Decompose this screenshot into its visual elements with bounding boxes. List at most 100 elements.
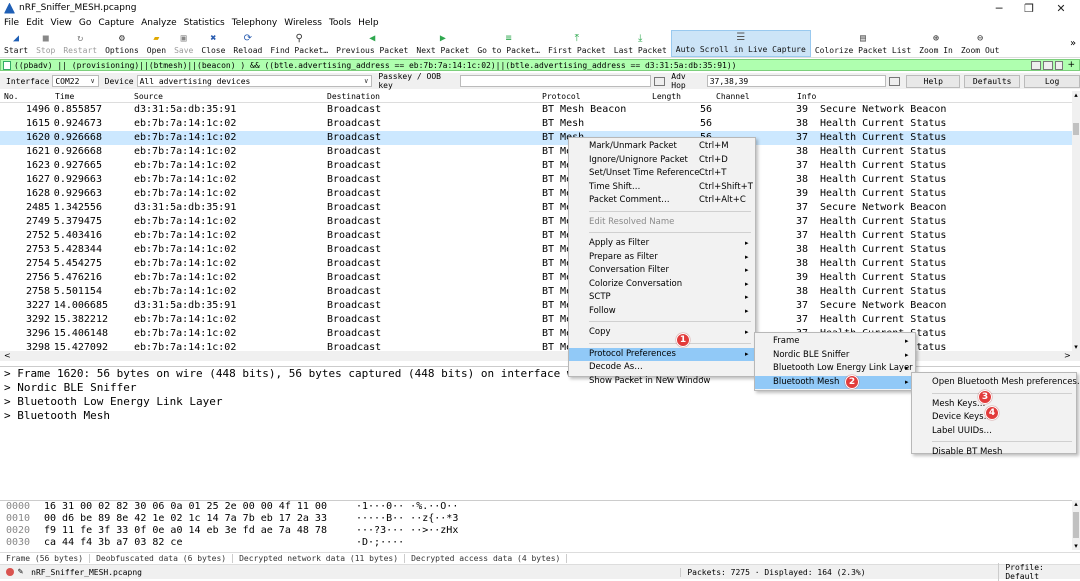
toolbar-zoom-in-button[interactable]: ⊕ Zoom In xyxy=(915,30,957,57)
bytes-tab[interactable]: Decrypted network data (11 bytes) xyxy=(233,553,406,563)
table-row[interactable]: 3227 14.006685 d3:31:5a:db:35:91 Broadcast B… xyxy=(0,299,1072,313)
scrollbar-thumb[interactable] xyxy=(1073,512,1079,538)
scroll-down-icon[interactable]: ▾ xyxy=(1072,343,1080,351)
table-row[interactable]: 2752 5.403416 eb:7b:7a:14:1c:02 Broadcast BT… xyxy=(0,229,1072,243)
interface-select[interactable]: COM22 ∨ xyxy=(52,75,99,87)
toolbar-save-button[interactable]: ▣ Save xyxy=(170,30,197,57)
bookmark-icon[interactable] xyxy=(3,60,11,70)
menu-item-frame[interactable]: Frame ▸ xyxy=(755,335,915,348)
toolbar-previous-packet-button[interactable]: ◀ Previous Packet xyxy=(332,30,412,57)
table-row[interactable]: 3292 15.382212 eb:7b:7a:14:1c:02 Broadcast B… xyxy=(0,313,1072,327)
menu-item-time-shift[interactable]: Time Shift… Ctrl+Shift+T xyxy=(569,181,755,194)
menu-wireless[interactable]: Wireless xyxy=(284,18,322,28)
table-row[interactable]: 1615 0.924673 eb:7b:7a:14:1c:02 Broadcast BT… xyxy=(0,117,1072,131)
defaults-button[interactable]: Defaults xyxy=(964,74,1021,88)
add-filter-button[interactable]: + xyxy=(1067,60,1075,70)
column-header-source[interactable]: Source xyxy=(134,92,163,101)
menu-item-sctp[interactable]: SCTP ▸ xyxy=(569,291,755,304)
toolbar-open-button[interactable]: ▰ Open xyxy=(143,30,170,57)
apply-filter-button[interactable] xyxy=(1043,60,1054,70)
menu-item-nordic-ble-sniffer[interactable]: Nordic BLE Sniffer ▸ xyxy=(755,349,915,362)
hex-ascii[interactable]: ·D·;···· xyxy=(356,537,404,549)
table-row[interactable]: 2756 5.476216 eb:7b:7a:14:1c:02 Broadcast BT… xyxy=(0,271,1072,285)
scroll-up-icon[interactable]: ▴ xyxy=(1072,500,1080,508)
packet-list-hscrollbar[interactable]: < > xyxy=(0,351,1080,361)
comment-icon[interactable]: ✎ xyxy=(18,567,23,577)
hex-ascii[interactable]: ···?3··· ··>··zHx xyxy=(356,525,458,537)
toolbar-last-packet-button[interactable]: ⤓ Last Packet xyxy=(610,30,671,57)
table-row[interactable]: 2749 5.379475 eb:7b:7a:14:1c:02 Broadcast BT… xyxy=(0,215,1072,229)
menu-statistics[interactable]: Statistics xyxy=(184,18,225,28)
table-row[interactable]: 1621 0.926668 eb:7b:7a:14:1c:02 Broadcast BT… xyxy=(0,145,1072,159)
clear-filter-button[interactable] xyxy=(1031,60,1042,70)
menu-view[interactable]: View xyxy=(51,18,72,28)
menu-analyze[interactable]: Analyze xyxy=(141,18,176,28)
column-header-protocol[interactable]: Protocol xyxy=(542,92,581,101)
table-row[interactable]: 1496 0.855857 d3:31:5a:db:35:91 Broadcast BT… xyxy=(0,103,1072,117)
log-button[interactable]: Log xyxy=(1024,74,1080,88)
toolbar-close-button[interactable]: ✖ Close xyxy=(197,30,229,57)
hex-ascii[interactable]: ·····B·· ··z{··*3 xyxy=(356,513,458,525)
menu-item-label-uuids[interactable]: Label UUIDs… xyxy=(912,425,1076,438)
hex-bytes[interactable]: 16 31 00 02 82 30 06 0a 01 25 2e 00 00 4… xyxy=(44,501,327,513)
menu-item-conversation-filter[interactable]: Conversation Filter ▸ xyxy=(569,264,755,277)
status-profile[interactable]: Profile: Default xyxy=(998,563,1080,581)
scrollbar-thumb[interactable] xyxy=(1073,123,1079,135)
toolbar-reload-button[interactable]: ⟳ Reload xyxy=(229,30,266,57)
scroll-right-icon[interactable]: > xyxy=(1064,351,1071,360)
menu-item-bluetooth-low-energy-link-layer[interactable]: Bluetooth Low Energy Link Layer ▸ xyxy=(755,362,915,375)
table-row[interactable]: 2485 1.342556 d3:31:5a:db:35:91 Broadcast BT… xyxy=(0,201,1072,215)
table-row[interactable]: 2754 5.454275 eb:7b:7a:14:1c:02 Broadcast BT… xyxy=(0,257,1072,271)
table-row[interactable]: 1623 0.927665 eb:7b:7a:14:1c:02 Broadcast BT… xyxy=(0,159,1072,173)
table-row[interactable]: 2753 5.428344 eb:7b:7a:14:1c:02 Broadcast BT… xyxy=(0,243,1072,257)
menu-item-packet-comment[interactable]: Packet Comment… Ctrl+Alt+C xyxy=(569,194,755,207)
filter-history-button[interactable] xyxy=(1055,60,1064,70)
menu-capture[interactable]: Capture xyxy=(98,18,134,28)
menu-item-copy[interactable]: Copy ▸ xyxy=(569,326,755,339)
column-header-no[interactable]: No. xyxy=(4,92,18,101)
menu-item-bluetooth-mesh[interactable]: Bluetooth Mesh ▸ xyxy=(755,375,915,389)
menu-go[interactable]: Go xyxy=(79,18,91,28)
bytes-tab[interactable]: Decrypted access data (4 bytes) xyxy=(405,553,568,563)
menu-item-set-unset-time-reference[interactable]: Set/Unset Time Reference Ctrl+T xyxy=(569,167,755,180)
toolbar-first-packet-button[interactable]: ⤒ First Packet xyxy=(544,30,610,57)
menu-item-decode-as[interactable]: Decode As… xyxy=(569,361,755,374)
menu-telephony[interactable]: Telephony xyxy=(232,18,278,28)
column-header-destination[interactable]: Destination xyxy=(327,92,380,101)
menu-item-mark-unmark-packet[interactable]: Mark/Unmark Packet Ctrl+M xyxy=(569,140,755,153)
adv-hop-input[interactable]: 37,38,39 xyxy=(706,75,886,87)
toolbar-colorize-packet-list-button[interactable]: ▤ Colorize Packet List xyxy=(811,30,915,57)
close-window-button[interactable]: ✕ xyxy=(1046,0,1076,16)
capture-status-icon[interactable] xyxy=(6,568,14,576)
bytes-scrollbar[interactable]: ▴ ▾ xyxy=(1072,500,1080,550)
toolbar-overflow-button[interactable]: » xyxy=(1070,38,1076,49)
toolbar-next-packet-button[interactable]: ▶ Next Packet xyxy=(412,30,473,57)
hex-bytes[interactable]: 00 d6 be 89 8e 42 1e 02 1c 14 7a 7b eb 1… xyxy=(44,513,327,525)
hex-ascii[interactable]: ·1···0·· ·%.··O·· xyxy=(356,501,458,513)
table-row[interactable]: 1620 0.926668 eb:7b:7a:14:1c:02 Broadcast BT… xyxy=(0,131,1072,145)
help-button[interactable]: Help xyxy=(906,74,961,88)
toolbar-zoom-out-button[interactable]: ⊖ Zoom Out xyxy=(957,30,1004,57)
menu-item-disable-bt-mesh[interactable]: Disable BT Mesh xyxy=(912,446,1076,459)
bytes-tab[interactable]: Deobfuscated data (6 bytes) xyxy=(90,553,234,563)
restore-button[interactable]: ❐ xyxy=(1014,0,1044,16)
passkey-apply-button[interactable] xyxy=(653,76,666,86)
menu-item-ignore-unignore-packet[interactable]: Ignore/Unignore Packet Ctrl+D xyxy=(569,154,755,167)
menu-tools[interactable]: Tools xyxy=(329,18,351,28)
packet-list-scrollbar[interactable]: ▴ ▾ xyxy=(1072,91,1080,351)
toolbar-auto-scroll-in-live-capture-button[interactable]: ☰ Auto Scroll in Live Capture xyxy=(670,30,811,57)
menu-item-prepare-as-filter[interactable]: Prepare as Filter ▸ xyxy=(569,251,755,264)
adv-hop-apply-button[interactable] xyxy=(888,76,901,86)
menu-item-show-packet-in-new-window[interactable]: Show Packet in New Window xyxy=(569,375,755,388)
column-header-time[interactable]: Time xyxy=(55,92,74,101)
menu-edit[interactable]: Edit xyxy=(26,18,43,28)
hex-bytes[interactable]: f9 11 fe 3f 33 0f 0e a0 14 eb 3e fd ae 7… xyxy=(44,525,327,537)
toolbar-options-button[interactable]: ⚙ Options xyxy=(101,30,143,57)
scroll-left-icon[interactable]: < xyxy=(4,351,11,360)
bytes-tab[interactable]: Frame (56 bytes) xyxy=(0,553,91,563)
passkey-input[interactable] xyxy=(460,75,651,87)
column-header-length[interactable]: Length xyxy=(652,92,681,101)
device-select[interactable]: All advertising devices ∨ xyxy=(136,75,373,87)
toolbar-restart-button[interactable]: ↻ Restart xyxy=(59,30,101,57)
menu-help[interactable]: Help xyxy=(358,18,379,28)
